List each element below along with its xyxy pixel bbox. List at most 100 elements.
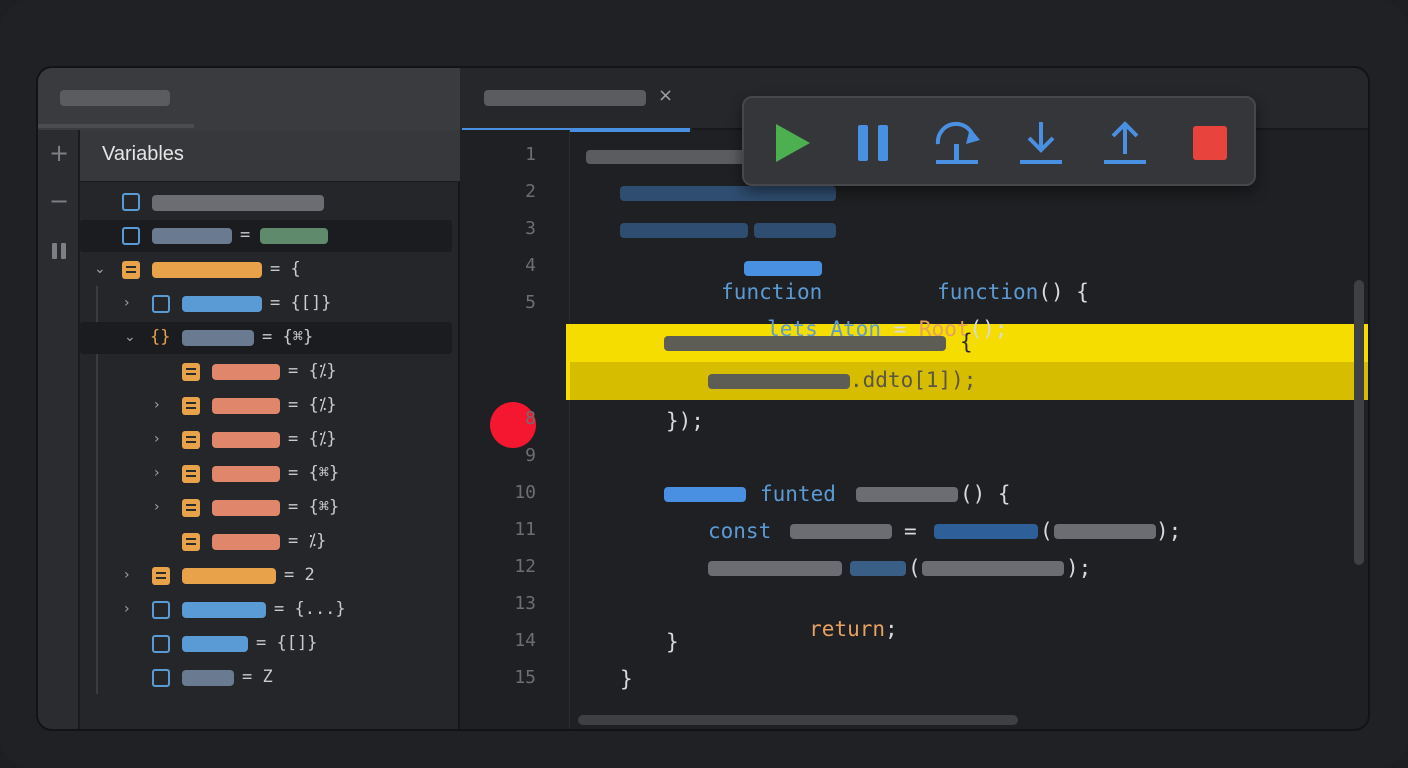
line-number: 9 bbox=[525, 445, 536, 466]
horizontal-scrollbar[interactable] bbox=[578, 715, 1018, 725]
code-token bbox=[664, 487, 746, 502]
step-over-icon[interactable] bbox=[930, 116, 984, 170]
line-number: 2 bbox=[525, 181, 536, 202]
code-line: return; bbox=[708, 593, 898, 665]
pause-icon[interactable] bbox=[846, 116, 900, 170]
variable-row[interactable]: = {[]} bbox=[80, 628, 452, 660]
stop-icon[interactable] bbox=[1182, 116, 1236, 170]
code-area[interactable]: function function() { lets Aton = Root()… bbox=[566, 130, 1368, 729]
variable-row[interactable]: ⌄ = { bbox=[80, 254, 452, 286]
braces-icon: {} bbox=[150, 327, 171, 347]
step-into-icon[interactable] bbox=[1014, 116, 1068, 170]
panel-toolstrip: + − bbox=[38, 130, 80, 729]
code-punct: () { bbox=[960, 482, 1011, 506]
minus-icon[interactable]: − bbox=[48, 189, 70, 213]
bracket-icon bbox=[152, 295, 170, 313]
variable-row[interactable]: = Z bbox=[80, 662, 452, 694]
code-token bbox=[664, 336, 946, 351]
variable-row[interactable]: › = {⁒} bbox=[80, 424, 452, 456]
variable-row[interactable]: › = {⌘} bbox=[80, 458, 452, 490]
pause-icon[interactable] bbox=[48, 240, 70, 262]
line-number: 4 bbox=[525, 255, 536, 276]
plus-icon[interactable]: + bbox=[48, 141, 70, 165]
code-token bbox=[708, 561, 842, 576]
variable-name bbox=[212, 432, 280, 448]
variable-value: = {⌘} bbox=[262, 327, 314, 347]
code-punct: ; bbox=[885, 617, 898, 641]
close-icon[interactable]: × bbox=[658, 85, 673, 106]
variables-panel: + − Variables = ⌄ = {› = {[]} ⌄ {} = {⌘… bbox=[38, 68, 460, 729]
line-number: 8 bbox=[525, 408, 536, 429]
variables-title: Variables bbox=[102, 143, 184, 165]
variable-row[interactable]: › = {⌘} bbox=[80, 492, 452, 524]
code-line: lets Aton = Root(); bbox=[666, 293, 1007, 365]
chevron-right-icon[interactable]: › bbox=[124, 295, 130, 311]
vertical-scrollbar[interactable] bbox=[1354, 280, 1364, 565]
code-line: .ddto[1]); bbox=[850, 368, 977, 392]
variable-row[interactable]: = bbox=[80, 220, 452, 252]
code-token bbox=[586, 150, 746, 164]
editor-tab[interactable]: × bbox=[460, 68, 692, 132]
line-number: 15 bbox=[514, 667, 536, 688]
code-token bbox=[790, 524, 892, 539]
code-token bbox=[620, 223, 748, 238]
line-number: 1 bbox=[525, 144, 536, 165]
variable-name bbox=[152, 228, 232, 244]
variable-name bbox=[182, 568, 276, 584]
code-line: }); bbox=[666, 409, 704, 433]
variable-row[interactable] bbox=[80, 186, 452, 218]
number-icon bbox=[152, 567, 170, 585]
code-punct: ); bbox=[1156, 519, 1182, 543]
variable-row[interactable]: = {⁒} bbox=[80, 356, 452, 388]
variable-name bbox=[182, 636, 248, 652]
line-number: 10 bbox=[514, 482, 536, 503]
line-number: 13 bbox=[514, 593, 536, 614]
chevron-right-icon[interactable]: › bbox=[154, 499, 160, 515]
panel-tab-placeholder[interactable] bbox=[60, 90, 170, 106]
method-icon bbox=[152, 635, 170, 653]
variable-name bbox=[152, 195, 324, 211]
enter-icon bbox=[152, 601, 170, 619]
variable-value: = Z bbox=[242, 667, 273, 687]
keyword: funted bbox=[760, 482, 836, 506]
debug-toolbar bbox=[742, 96, 1256, 186]
variable-row[interactable]: › = {...} bbox=[80, 594, 452, 626]
chevron-down-icon[interactable]: ⌄ bbox=[124, 329, 136, 345]
field-icon bbox=[182, 465, 200, 483]
keyword: return bbox=[809, 617, 886, 641]
variable-value: = ⁒} bbox=[288, 531, 327, 551]
step-out-icon[interactable] bbox=[1098, 116, 1152, 170]
variable-row[interactable]: › = {[]} bbox=[80, 288, 452, 320]
variable-value: = {⌘} bbox=[288, 497, 340, 517]
code-punct: ); bbox=[1066, 556, 1092, 580]
code-token bbox=[744, 261, 822, 276]
variable-name bbox=[212, 398, 280, 414]
code-token bbox=[922, 561, 1064, 576]
chevron-right-icon[interactable]: › bbox=[124, 567, 130, 583]
variable-row[interactable]: › = {⁒} bbox=[80, 390, 452, 422]
variable-name bbox=[212, 364, 280, 380]
chevron-right-icon[interactable]: › bbox=[154, 465, 160, 481]
keyword: const bbox=[708, 519, 772, 543]
chevron-right-icon[interactable]: › bbox=[124, 601, 130, 617]
editor-tab-title bbox=[484, 90, 646, 106]
variable-value: = {⁒} bbox=[288, 429, 337, 449]
variable-row[interactable]: ⌄ {} = {⌘} bbox=[80, 322, 452, 354]
chevron-right-icon[interactable]: › bbox=[154, 431, 160, 447]
variable-row[interactable]: › = 2 bbox=[80, 560, 452, 592]
field-icon bbox=[182, 499, 200, 517]
variable-row[interactable]: = ⁒} bbox=[80, 526, 452, 558]
chevron-right-icon[interactable]: › bbox=[154, 397, 160, 413]
code-punct: = bbox=[904, 519, 917, 543]
variable-name bbox=[182, 330, 254, 346]
chevron-down-icon[interactable]: ⌄ bbox=[94, 261, 106, 277]
continue-icon[interactable] bbox=[764, 116, 818, 170]
code-line: } bbox=[666, 630, 679, 654]
variable-value: = {[]} bbox=[270, 293, 332, 313]
variable-value: = {[]} bbox=[256, 633, 318, 653]
code-token bbox=[1054, 524, 1156, 539]
variable-name bbox=[212, 500, 280, 516]
code-token bbox=[850, 561, 906, 576]
variable-value: = { bbox=[270, 259, 301, 279]
variables-header: Variables bbox=[80, 130, 460, 182]
